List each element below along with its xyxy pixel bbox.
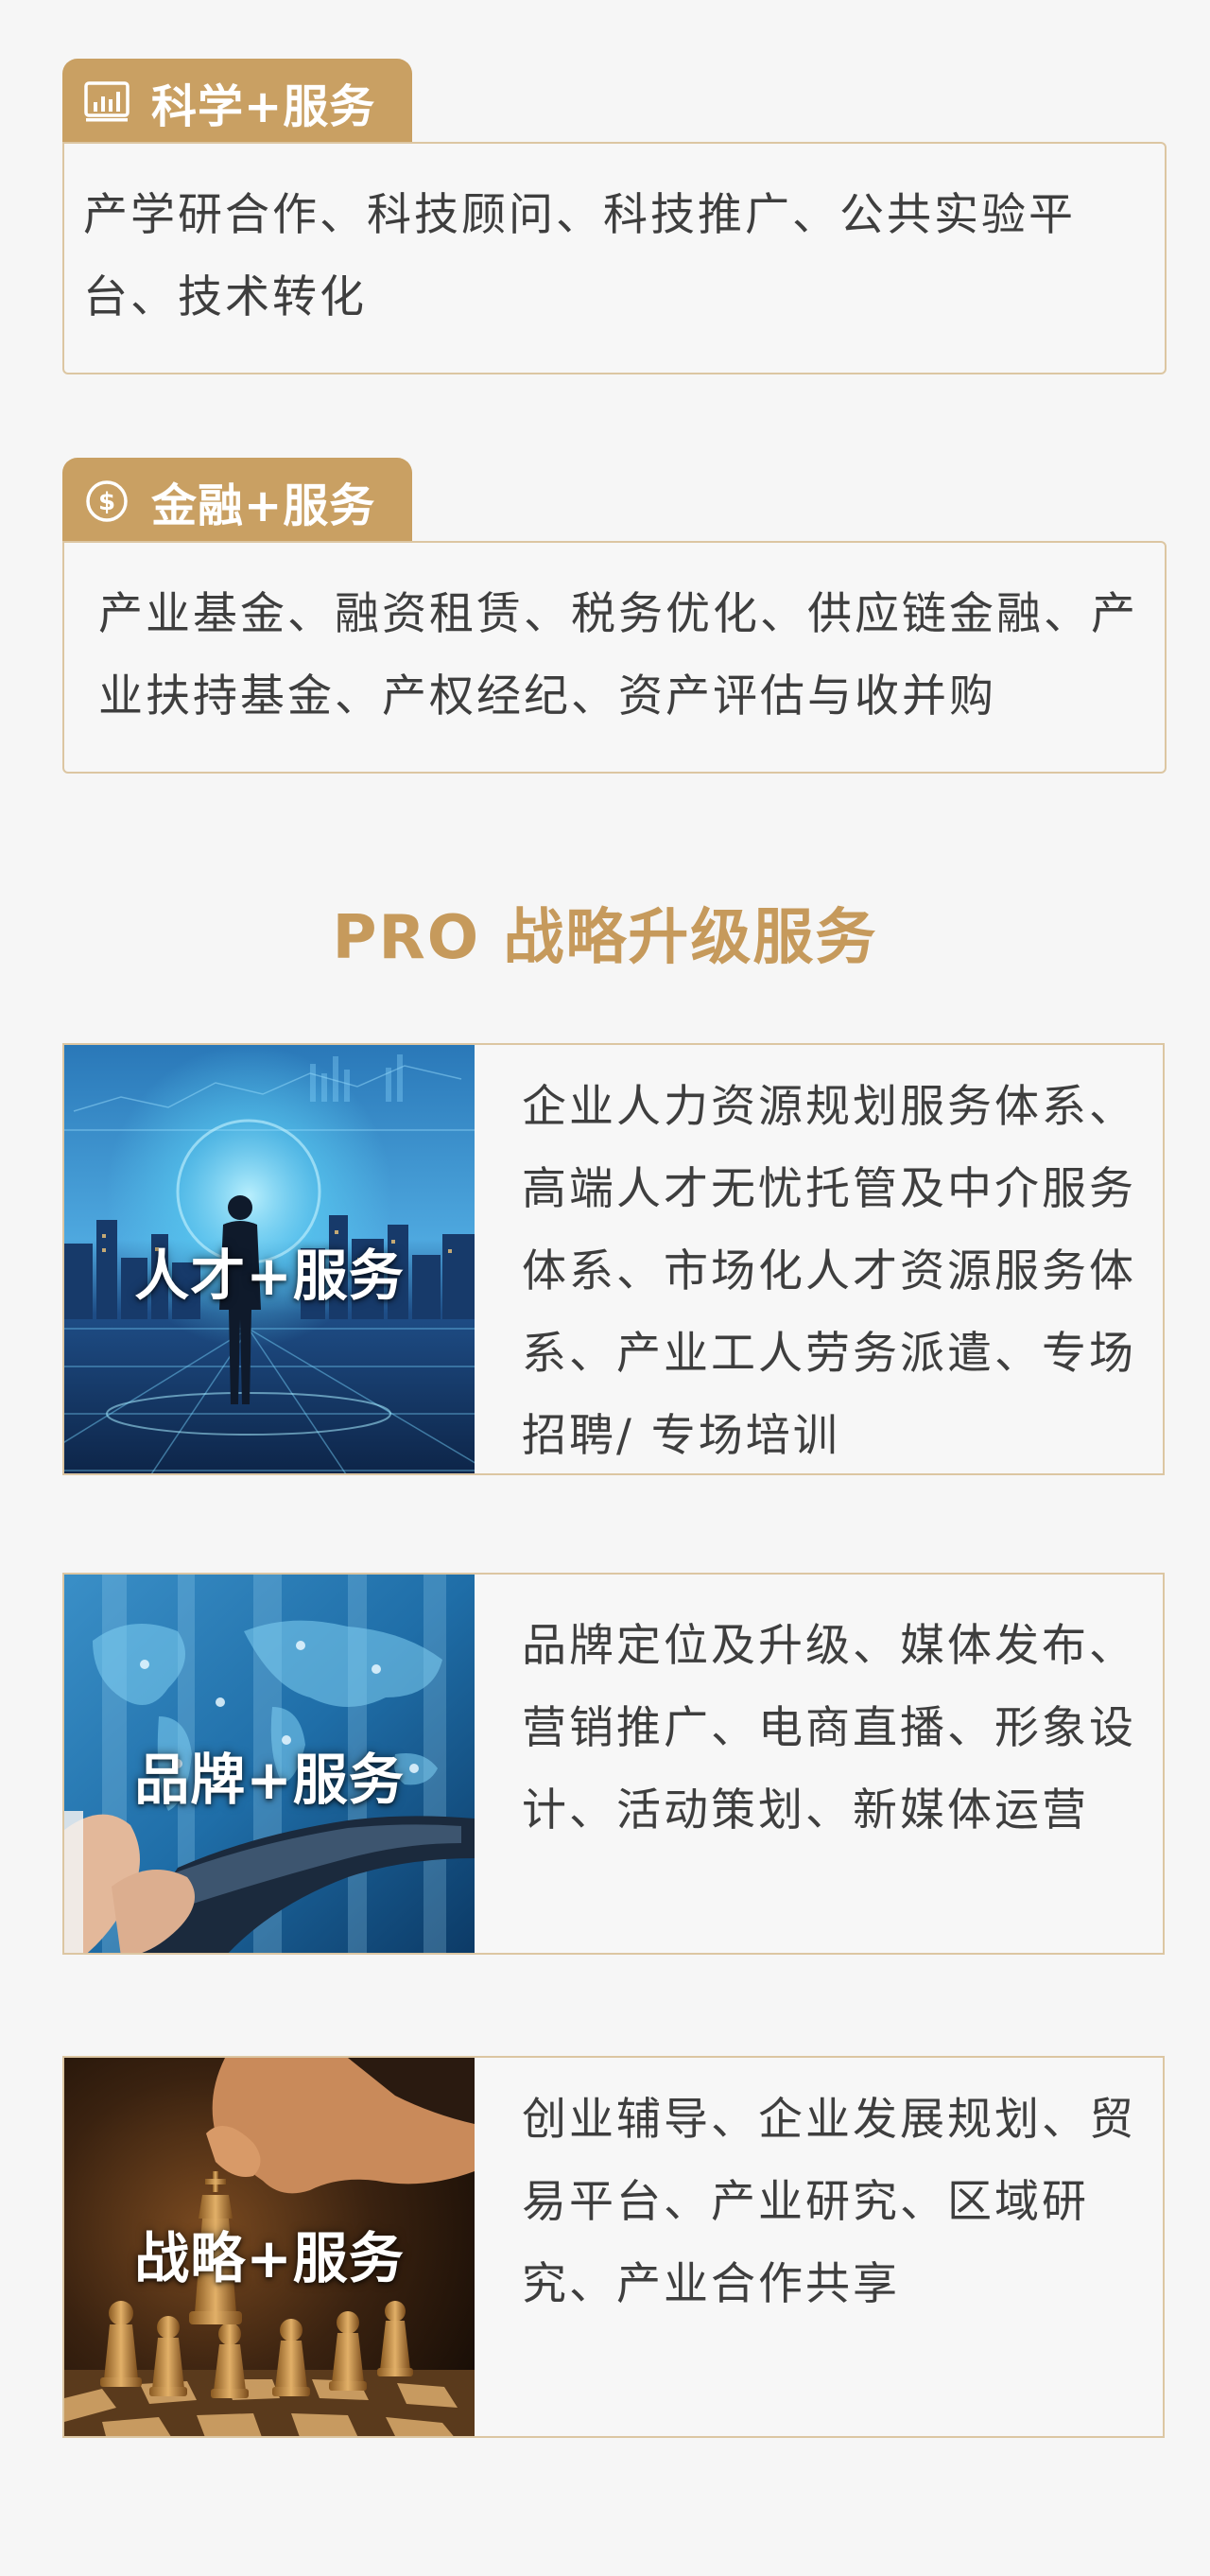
service-block-finance: $ 金融+服务 产业基金、融资租赁、税务优化、供应链金融、产业扶持基金、产权经纪… (62, 458, 1167, 774)
card-image-label: 人才+服务 (134, 1244, 405, 1308)
businessman-city-image: 人才+服务 (64, 1045, 475, 1473)
service-tab-finance: $ 金融+服务 (62, 458, 412, 545)
card-description: 企业人力资源规划服务体系、高端人才无忧托管及中介服务体系、市场化人才资源服务体系… (522, 1081, 1136, 1462)
service-tab-label: 金融+服务 (151, 479, 376, 532)
card-image-label: 品牌+服务 (134, 1748, 405, 1812)
svg-text:$: $ (98, 488, 115, 516)
world-map-tablet-image: 品牌+服务 (64, 1575, 475, 1953)
card-description: 创业辅导、企业发展规划、贸易平台、产业研究、区域研究、产业合作共享 (522, 2094, 1136, 2310)
section-title: PRO 战略升级服务 (332, 903, 878, 973)
pro-service-card-strategy: 战略+服务 创业辅导、企业发展规划、贸易平台、产业研究、区域研究、产业合作共享 (62, 2056, 1165, 2438)
card-image-label: 战略+服务 (134, 2226, 405, 2290)
service-description: 产业基金、融资租赁、税务优化、供应链金融、产业扶持基金、产权经纪、资产评估与收并… (98, 588, 1138, 722)
service-description: 产学研合作、科技顾问、科技推广、公共实验平台、技术转化 (83, 189, 1076, 323)
service-description-box: 产学研合作、科技顾问、科技推广、公共实验平台、技术转化 (62, 142, 1167, 374)
service-description-box: 产业基金、融资租赁、税务优化、供应链金融、产业扶持基金、产权经纪、资产评估与收并… (62, 541, 1167, 774)
service-tab-label: 科学+服务 (151, 80, 376, 133)
pro-service-card-talent: 人才+服务 企业人力资源规划服务体系、高端人才无忧托管及中介服务体系、市场化人才… (62, 1043, 1165, 1475)
bar-chart-icon (83, 78, 130, 126)
dollar-coin-icon: $ (83, 478, 130, 525)
chess-pieces-image: 战略+服务 (64, 2058, 475, 2436)
service-block-science: 科学+服务 产学研合作、科技顾问、科技推广、公共实验平台、技术转化 (62, 59, 1167, 374)
card-description: 品牌定位及升级、媒体发布、营销推广、电商直播、形象设计、活动策划、新媒体运营 (522, 1620, 1136, 1836)
pro-service-card-brand: 品牌+服务 品牌定位及升级、媒体发布、营销推广、电商直播、形象设计、活动策划、新… (62, 1573, 1165, 1955)
service-tab-science: 科学+服务 (62, 59, 412, 146)
